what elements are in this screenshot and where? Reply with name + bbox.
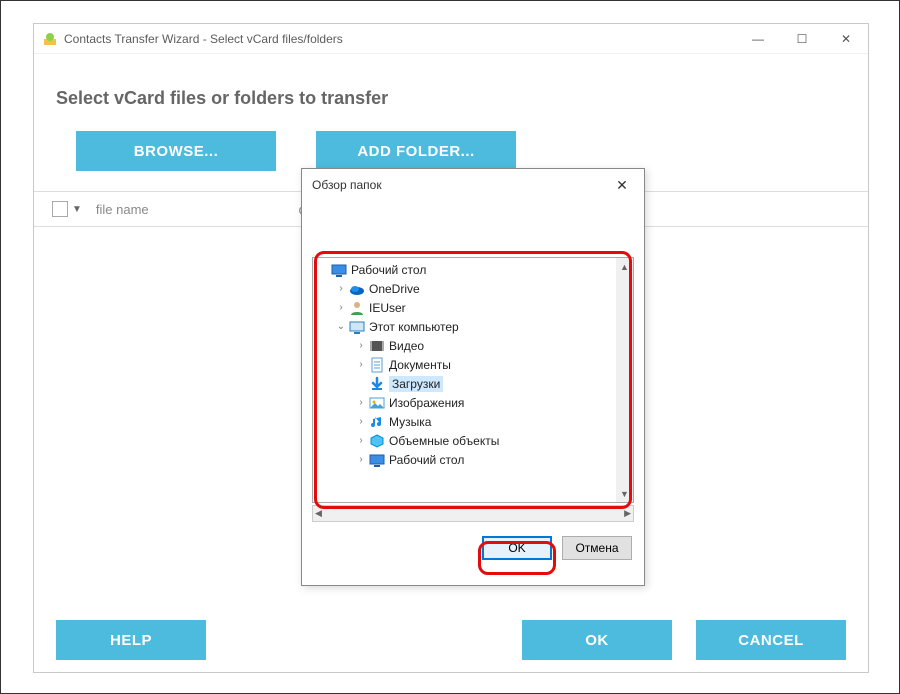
docs-icon — [369, 357, 385, 373]
expander-closed-icon[interactable]: › — [355, 359, 367, 370]
tree-item[interactable]: Рабочий стол — [313, 260, 616, 279]
expander-closed-icon[interactable]: › — [355, 435, 367, 446]
vertical-scrollbar[interactable]: ▲ ▼ — [616, 258, 633, 502]
scroll-left-icon[interactable]: ◀ — [315, 508, 322, 519]
scroll-up-icon[interactable]: ▲ — [616, 258, 633, 275]
help-button[interactable]: HELP — [56, 620, 206, 660]
tree-item-label: OneDrive — [369, 282, 420, 296]
tree-item[interactable]: › Изображения — [313, 393, 616, 412]
dialog-titlebar[interactable]: Обзор папок ✕ — [302, 169, 644, 201]
expander-closed-icon[interactable]: › — [335, 283, 347, 294]
ok-button[interactable]: OK — [522, 620, 672, 660]
tree-item[interactable]: › Музыка — [313, 412, 616, 431]
scroll-down-icon[interactable]: ▼ — [616, 485, 633, 502]
desktop2-icon — [369, 452, 385, 468]
tree-item-label: Документы — [389, 358, 451, 372]
expander-closed-icon[interactable]: › — [355, 416, 367, 427]
tree-item-label: Рабочий стол — [351, 263, 426, 277]
tree-item-label: Этот компьютер — [369, 320, 459, 334]
tree-item[interactable]: › Объемные объекты — [313, 431, 616, 450]
tree-item-label: Изображения — [389, 396, 464, 410]
expander-open-icon[interactable]: ⌄ — [335, 321, 347, 332]
scroll-right-icon[interactable]: ▶ — [624, 508, 631, 519]
tree-item[interactable]: Загрузки — [313, 374, 616, 393]
expander-closed-icon[interactable]: › — [355, 454, 367, 465]
expander-closed-icon[interactable]: › — [355, 340, 367, 351]
add-folder-button[interactable]: ADD FOLDER... — [316, 131, 516, 171]
tree-item[interactable]: › Видео — [313, 336, 616, 355]
tree-item-label: Музыка — [389, 415, 431, 429]
browse-folder-dialog: Обзор папок ✕ Рабочий стол › OneDrive › IEUs… — [301, 168, 645, 586]
select-all-checkbox[interactable] — [52, 201, 68, 217]
expander-closed-icon[interactable]: › — [355, 397, 367, 408]
tree-item[interactable]: ⌄ Этот компьютер — [313, 317, 616, 336]
download-icon — [369, 376, 385, 392]
tree-item[interactable]: › Рабочий стол — [313, 450, 616, 469]
video-icon — [369, 338, 385, 354]
music-icon — [369, 414, 385, 430]
onedrive-icon — [349, 281, 365, 297]
folder-tree[interactable]: Рабочий стол › OneDrive › IEUser ⌄ Этот компью… — [312, 257, 634, 503]
close-button[interactable]: ✕ — [824, 24, 868, 54]
col-filename[interactable]: file name — [96, 202, 149, 217]
dialog-close-icon[interactable]: ✕ — [610, 177, 634, 194]
cancel-button[interactable]: CANCEL — [696, 620, 846, 660]
tree-item-label: Загрузки — [389, 376, 443, 392]
tree-item[interactable]: › IEUser — [313, 298, 616, 317]
pc-icon — [349, 319, 365, 335]
tree-item[interactable]: › OneDrive — [313, 279, 616, 298]
horizontal-scrollbar[interactable]: ◀ ▶ — [312, 505, 634, 522]
expander-closed-icon[interactable]: › — [335, 302, 347, 313]
tree-item-label: IEUser — [369, 301, 406, 315]
minimize-button[interactable]: — — [736, 24, 780, 54]
select-all-dropdown-icon[interactable]: ▼ — [72, 204, 82, 215]
desktop-icon — [331, 262, 347, 278]
tree-item-label: Рабочий стол — [389, 453, 464, 467]
dialog-ok-button[interactable]: OK — [482, 536, 552, 560]
browse-button[interactable]: BROWSE... — [76, 131, 276, 171]
tree-item[interactable]: › Документы — [313, 355, 616, 374]
objects-icon — [369, 433, 385, 449]
dialog-title: Обзор папок — [312, 178, 382, 192]
tree-item-label: Объемные объекты — [389, 434, 499, 448]
maximize-button[interactable]: ☐ — [780, 24, 824, 54]
dialog-cancel-button[interactable]: Отмена — [562, 536, 632, 560]
pictures-icon — [369, 395, 385, 411]
app-icon — [42, 31, 58, 47]
window-title: Contacts Transfer Wizard - Select vCard … — [64, 32, 343, 46]
titlebar[interactable]: Contacts Transfer Wizard - Select vCard … — [34, 24, 868, 54]
instruction-text: Select vCard files or folders to transfe… — [56, 88, 846, 109]
user-icon — [349, 300, 365, 316]
tree-item-label: Видео — [389, 339, 424, 353]
